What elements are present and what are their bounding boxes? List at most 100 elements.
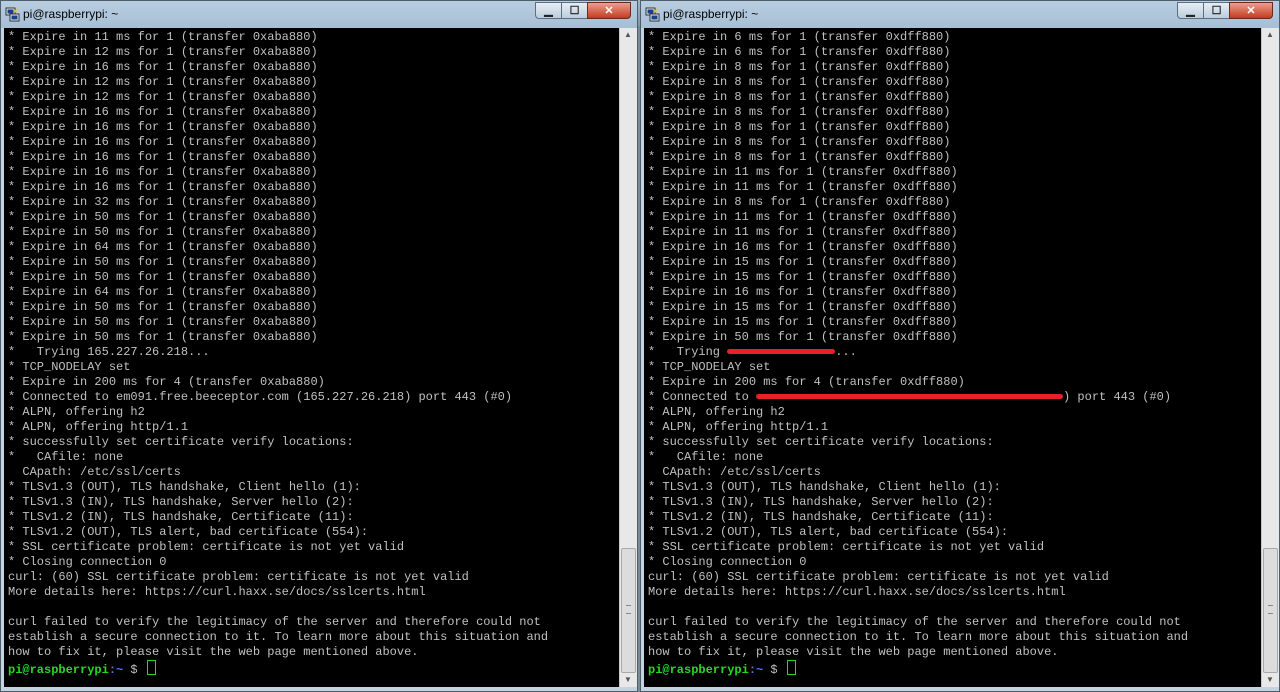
terminal-line: * Expire in 16 ms for 1 (transfer 0xaba8… bbox=[8, 60, 318, 74]
scroll-up-arrow-icon[interactable]: ▲ bbox=[620, 28, 636, 42]
terminal-line: * ALPN, offering h2 bbox=[648, 405, 785, 419]
terminal-line: CApath: /etc/ssl/certs bbox=[648, 465, 821, 479]
red-redaction-bar bbox=[727, 349, 836, 355]
terminal-line: * TLSv1.2 (IN), TLS handshake, Certifica… bbox=[648, 510, 994, 524]
terminal-line: * Expire in 50 ms for 1 (transfer 0xaba8… bbox=[8, 330, 318, 344]
terminal-line: * Expire in 8 ms for 1 (transfer 0xdff88… bbox=[648, 105, 951, 119]
terminal-line: * Expire in 16 ms for 1 (transfer 0xaba8… bbox=[8, 150, 318, 164]
terminal-line: * Expire in 50 ms for 1 (transfer 0xdff8… bbox=[648, 330, 958, 344]
terminal-output[interactable]: * Expire in 11 ms for 1 (transfer 0xaba8… bbox=[4, 28, 619, 687]
terminal-line: * successfully set certificate verify lo… bbox=[648, 435, 994, 449]
terminal-line: * Expire in 15 ms for 1 (transfer 0xdff8… bbox=[648, 315, 958, 329]
terminal-line: * Expire in 16 ms for 1 (transfer 0xaba8… bbox=[8, 135, 318, 149]
window-title: pi@raspberrypi: ~ bbox=[663, 7, 759, 21]
connected-suffix: ) port 443 (#0) bbox=[1063, 390, 1172, 404]
shell-prompt[interactable]: pi@raspberrypi:~ $ bbox=[648, 660, 1188, 677]
terminal-line: * Expire in 64 ms for 1 (transfer 0xaba8… bbox=[8, 285, 318, 299]
terminal-line: * Expire in 200 ms for 4 (transfer 0xdff… bbox=[648, 375, 965, 389]
connected-line: * Connected to ) port 443 (#0) bbox=[648, 390, 1188, 405]
terminal-line: curl: (60) SSL certificate problem: cert… bbox=[648, 570, 1109, 584]
terminal-line: * TLSv1.3 (OUT), TLS handshake, Client h… bbox=[648, 480, 1001, 494]
terminal-line: * TLSv1.3 (OUT), TLS handshake, Client h… bbox=[8, 480, 361, 494]
window-title: pi@raspberrypi: ~ bbox=[23, 7, 119, 21]
scrollbar-thumb[interactable] bbox=[1263, 548, 1278, 673]
terminal-line: * Expire in 50 ms for 1 (transfer 0xaba8… bbox=[8, 315, 318, 329]
terminal-line: * CAfile: none bbox=[8, 450, 124, 464]
minimize-button[interactable]: ▁ bbox=[1177, 2, 1204, 19]
terminal-line: * Trying 165.227.26.218... bbox=[8, 345, 210, 359]
terminal-line: * Expire in 16 ms for 1 (transfer 0xaba8… bbox=[8, 180, 318, 194]
terminal-line: * Expire in 50 ms for 1 (transfer 0xaba8… bbox=[8, 225, 318, 239]
close-button[interactable]: ✕ bbox=[587, 2, 631, 19]
terminal-line: * Expire in 64 ms for 1 (transfer 0xaba8… bbox=[8, 240, 318, 254]
terminal-line: * Closing connection 0 bbox=[8, 555, 167, 569]
red-redaction-bar bbox=[756, 394, 1064, 400]
putty-window-left[interactable]: pi@raspberrypi: ~ ▁ ☐ ✕ * Expire in 11 m… bbox=[0, 0, 638, 692]
putty-icon bbox=[645, 7, 660, 22]
window-controls: ▁ ☐ ✕ bbox=[1177, 2, 1273, 20]
connected-prefix: * Connected to bbox=[648, 390, 757, 404]
terminal-line: * Expire in 6 ms for 1 (transfer 0xdff88… bbox=[648, 30, 951, 44]
terminal-line: * Expire in 12 ms for 1 (transfer 0xaba8… bbox=[8, 75, 318, 89]
vertical-scrollbar[interactable]: ▲ ▼ bbox=[619, 28, 637, 687]
scrollbar-thumb[interactable] bbox=[621, 548, 636, 673]
scroll-down-arrow-icon[interactable]: ▼ bbox=[620, 673, 636, 687]
scroll-down-arrow-icon[interactable]: ▼ bbox=[1262, 673, 1278, 687]
terminal-line: curl: (60) SSL certificate problem: cert… bbox=[8, 570, 469, 584]
prompt-symbol: $ bbox=[123, 663, 145, 677]
window-controls: ▁ ☐ ✕ bbox=[535, 2, 631, 20]
terminal-line: * ALPN, offering http/1.1 bbox=[8, 420, 189, 434]
minimize-button[interactable]: ▁ bbox=[535, 2, 562, 19]
putty-window-right[interactable]: pi@raspberrypi: ~ ▁ ☐ ✕ * Expire in 6 ms… bbox=[640, 0, 1280, 692]
trying-suffix: ... bbox=[835, 345, 857, 359]
terminal-line: * Expire in 8 ms for 1 (transfer 0xdff88… bbox=[648, 90, 951, 104]
vertical-scrollbar[interactable]: ▲ ▼ bbox=[1261, 28, 1279, 687]
terminal-line: * successfully set certificate verify lo… bbox=[8, 435, 354, 449]
prompt-user: pi@raspberrypi bbox=[8, 663, 109, 677]
terminal-line: * ALPN, offering http/1.1 bbox=[648, 420, 829, 434]
terminal-line: * Expire in 8 ms for 1 (transfer 0xdff88… bbox=[648, 150, 951, 164]
terminal-line: * Expire in 16 ms for 1 (transfer 0xaba8… bbox=[8, 105, 318, 119]
terminal-line: * Expire in 6 ms for 1 (transfer 0xdff88… bbox=[648, 45, 951, 59]
terminal-line: * Expire in 15 ms for 1 (transfer 0xdff8… bbox=[648, 255, 958, 269]
maximize-button[interactable]: ☐ bbox=[561, 2, 588, 19]
terminal-line: * Expire in 16 ms for 1 (transfer 0xaba8… bbox=[8, 165, 318, 179]
terminal-line: * Expire in 200 ms for 4 (transfer 0xaba… bbox=[8, 375, 325, 389]
maximize-button[interactable]: ☐ bbox=[1203, 2, 1230, 19]
title-bar[interactable]: pi@raspberrypi: ~ ▁ ☐ ✕ bbox=[641, 1, 1279, 28]
terminal-line: * CAfile: none bbox=[648, 450, 764, 464]
terminal-line: * TCP_NODELAY set bbox=[8, 360, 131, 374]
grip-icon bbox=[626, 605, 631, 614]
terminal-lines: * Expire in 11 ms for 1 (transfer 0xaba8… bbox=[8, 30, 548, 677]
terminal-line: CApath: /etc/ssl/certs bbox=[8, 465, 181, 479]
terminal-line: how to fix it, please visit the web page… bbox=[648, 645, 1059, 659]
close-button[interactable]: ✕ bbox=[1229, 2, 1273, 19]
terminal-line: * TLSv1.2 (OUT), TLS alert, bad certific… bbox=[8, 525, 369, 539]
terminal-line: * Expire in 8 ms for 1 (transfer 0xdff88… bbox=[648, 75, 951, 89]
cursor-icon bbox=[146, 660, 156, 675]
terminal-line: More details here: https://curl.haxx.se/… bbox=[8, 585, 426, 599]
terminal-line: * SSL certificate problem: certificate i… bbox=[8, 540, 405, 554]
terminal-line: * Expire in 15 ms for 1 (transfer 0xdff8… bbox=[648, 270, 958, 284]
terminal-line: * TLSv1.2 (IN), TLS handshake, Certifica… bbox=[8, 510, 354, 524]
cursor-icon bbox=[786, 660, 796, 675]
title-bar[interactable]: pi@raspberrypi: ~ ▁ ☐ ✕ bbox=[1, 1, 637, 28]
terminal-line: * Expire in 12 ms for 1 (transfer 0xaba8… bbox=[8, 45, 318, 59]
terminal-line: * Connected to em091.free.beeceptor.com … bbox=[8, 390, 513, 404]
shell-prompt[interactable]: pi@raspberrypi:~ $ bbox=[8, 660, 548, 677]
terminal-line: * Expire in 50 ms for 1 (transfer 0xaba8… bbox=[8, 210, 318, 224]
terminal-output[interactable]: * Expire in 6 ms for 1 (transfer 0xdff88… bbox=[644, 28, 1261, 687]
terminal-line: * Expire in 12 ms for 1 (transfer 0xaba8… bbox=[8, 90, 318, 104]
terminal-line: establish a secure connection to it. To … bbox=[648, 630, 1189, 644]
terminal-line: * Expire in 8 ms for 1 (transfer 0xdff88… bbox=[648, 195, 951, 209]
terminal-line: * ALPN, offering h2 bbox=[8, 405, 145, 419]
terminal-line: * Expire in 11 ms for 1 (transfer 0xdff8… bbox=[648, 165, 958, 179]
putty-icon bbox=[5, 7, 20, 22]
terminal-line: * TLSv1.3 (IN), TLS handshake, Server he… bbox=[8, 495, 354, 509]
scroll-up-arrow-icon[interactable]: ▲ bbox=[1262, 28, 1278, 42]
terminal-line: * TCP_NODELAY set bbox=[648, 360, 771, 374]
terminal-line: * SSL certificate problem: certificate i… bbox=[648, 540, 1045, 554]
prompt-symbol: $ bbox=[763, 663, 785, 677]
